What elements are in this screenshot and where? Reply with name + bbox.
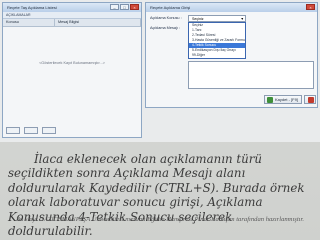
list-grid-header: Konusu Mesaj Bilgisi xyxy=(3,19,141,27)
close-button[interactable]: × xyxy=(130,4,139,10)
list-window-subtitle: AÇIKLAMALAR xyxy=(3,12,141,19)
delete-button[interactable] xyxy=(42,127,56,134)
column-header-mesaj[interactable]: Mesaj Bilgisi xyxy=(55,19,141,26)
add-button[interactable] xyxy=(6,127,20,134)
cancel-icon xyxy=(308,97,314,103)
slide-footer: Bu slayt GAZİOSMANPAŞA Üniversitesi mezu… xyxy=(16,216,304,223)
list-window-titlebar: Reçete Taş Açıklama Listesi – □ × xyxy=(3,3,141,12)
maximize-button[interactable]: □ xyxy=(120,4,129,10)
mesaj-label: Açıklama Mesajı : xyxy=(150,26,180,30)
list-window-title: Reçete Taş Açıklama Listesi xyxy=(7,5,57,10)
save-button[interactable]: Kaydet - [F9] xyxy=(264,95,302,104)
minimize-button[interactable]: – xyxy=(110,4,119,10)
entry-window-titlebar: Reçete Açıklama Girişi × xyxy=(146,3,317,12)
cancel-button[interactable] xyxy=(304,95,316,104)
konu-combobox-value: Seçiniz xyxy=(192,17,204,21)
description-list-window: Reçete Taş Açıklama Listesi – □ × AÇIKLA… xyxy=(2,2,142,138)
column-header-konusu[interactable]: Konusu xyxy=(3,19,55,26)
save-button-label: Kaydet - [F9] xyxy=(275,97,298,102)
entry-close-button[interactable]: × xyxy=(306,4,315,10)
konu-combobox[interactable]: Seçiniz ▼ xyxy=(188,15,246,22)
empty-message: <Gösterilecek Kayıt Bulunamamıştır...> xyxy=(39,61,105,65)
description-entry-window: Reçete Açıklama Girişi × Açıklama Konusu… xyxy=(145,2,318,108)
entry-window-title: Reçete Açıklama Girişi xyxy=(150,5,191,10)
slide-caption: İlaca eklenecek olan açıklamanın türü se… xyxy=(8,152,305,239)
konu-label: Açıklama Konusu : xyxy=(150,16,182,20)
mesaj-textarea[interactable] xyxy=(188,61,314,89)
konu-dropdown-list[interactable]: Seçiniz 1-Tanı 2-Tedavi Süresi 3-Hasta G… xyxy=(188,22,246,59)
save-icon xyxy=(267,97,273,103)
edit-button[interactable] xyxy=(24,127,38,134)
dropdown-item[interactable]: 99-Diğer xyxy=(189,53,245,58)
list-button-row xyxy=(6,127,56,134)
screenshot-area: Reçete Taş Açıklama Listesi – □ × AÇIKLA… xyxy=(0,0,320,142)
